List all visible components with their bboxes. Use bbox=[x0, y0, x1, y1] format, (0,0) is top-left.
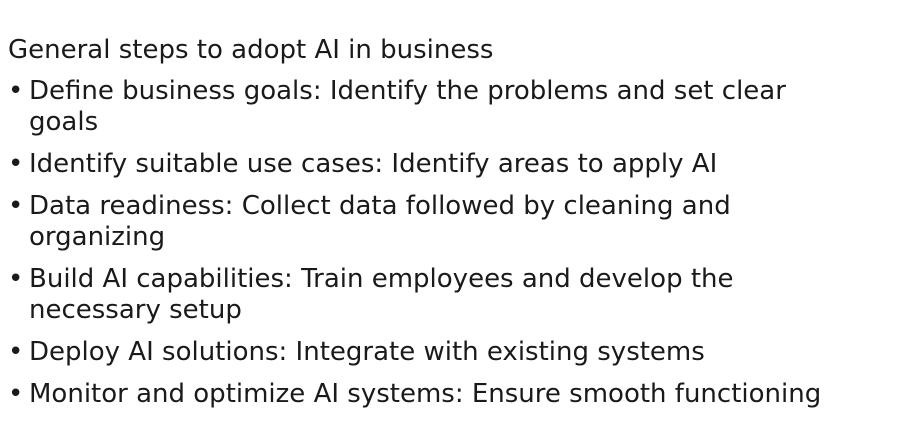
step-text: Build AI capabilities: Train employees a… bbox=[29, 264, 734, 325]
step-text: Monitor and optimize AI systems: Ensure … bbox=[29, 379, 822, 409]
list-item: • Build AI capabilities: Train employees… bbox=[8, 264, 839, 326]
bullet-icon: • bbox=[8, 191, 24, 221]
step-text: Data readiness: Collect data followed by… bbox=[29, 191, 731, 252]
step-text: Deploy AI solutions: Integrate with exis… bbox=[29, 337, 705, 367]
bullet-icon: • bbox=[8, 149, 24, 179]
bullet-icon: • bbox=[8, 379, 24, 409]
list-item: • Identify suitable use cases: Identify … bbox=[8, 149, 839, 180]
slide-content: General steps to adopt AI in business • … bbox=[8, 30, 908, 421]
bullet-icon: • bbox=[8, 76, 24, 106]
steps-list: • Define business goals: Identify the pr… bbox=[8, 76, 908, 410]
list-item: • Monitor and optimize AI systems: Ensur… bbox=[8, 379, 909, 410]
list-item: • Data readiness: Collect data followed … bbox=[8, 191, 839, 253]
list-item: • Deploy AI solutions: Integrate with ex… bbox=[8, 337, 909, 368]
slide-heading: General steps to adopt AI in business bbox=[8, 35, 494, 65]
bullet-icon: • bbox=[8, 264, 24, 294]
list-item: • Define business goals: Identify the pr… bbox=[8, 76, 839, 138]
step-text: Define business goals: Identify the prob… bbox=[29, 76, 786, 137]
bullet-icon: • bbox=[8, 337, 24, 367]
step-text: Identify suitable use cases: Identify ar… bbox=[29, 149, 718, 179]
